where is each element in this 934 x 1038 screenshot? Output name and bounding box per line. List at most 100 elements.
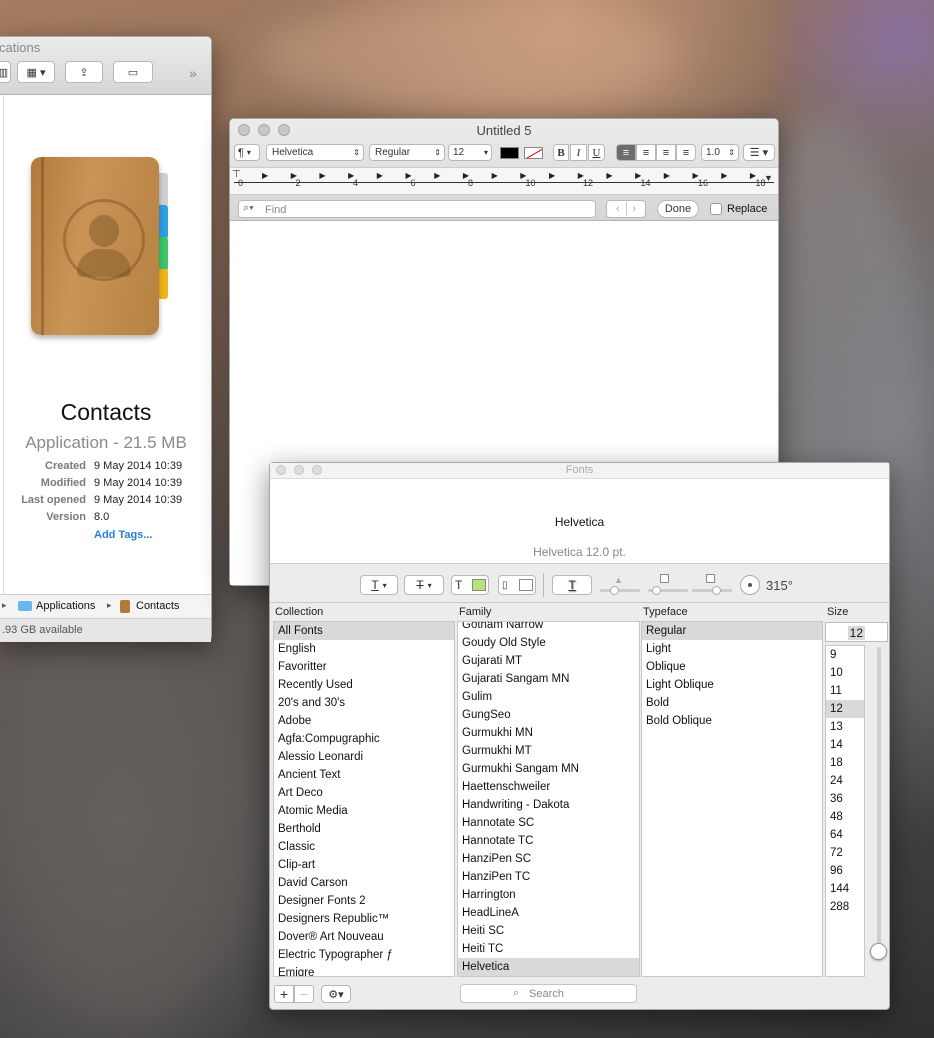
strikethrough-popup[interactable]: T ▾ [404, 575, 444, 595]
size-item[interactable]: 36 [826, 790, 864, 808]
tab-stop-marker[interactable]: ▶ [377, 171, 383, 180]
tab-stop-marker[interactable]: ▶ [262, 171, 268, 180]
family-item[interactable]: Gurmukhi Sangam MN [458, 760, 639, 778]
family-item[interactable]: Haettenschweiler [458, 778, 639, 796]
size-list[interactable]: 9 10 11 12 13 14 18 24 36 48 64 72 96 144 288 [825, 645, 865, 977]
typeface-item[interactable]: Regular [642, 622, 822, 640]
add-tags-link[interactable]: Add Tags... [94, 529, 152, 541]
tab-stop-marker[interactable]: ▶ [606, 171, 612, 180]
collection-item[interactable]: Atomic Media [274, 802, 454, 820]
collection-item[interactable]: Favoritter [274, 658, 454, 676]
family-item[interactable]: HanziPen TC [458, 868, 639, 886]
typeface-item[interactable]: Light [642, 640, 822, 658]
collection-item[interactable]: Recently Used [274, 676, 454, 694]
family-item[interactable]: Helvetica [458, 958, 639, 976]
collection-item[interactable]: Electric Typographer ƒ [274, 946, 454, 964]
shadow-blur-slider[interactable] [648, 574, 688, 595]
size-item[interactable]: 18 [826, 754, 864, 772]
family-item[interactable]: Gulim [458, 688, 639, 706]
family-item[interactable]: HanziPen SC [458, 850, 639, 868]
view-columns-button[interactable]: ▥ [0, 61, 11, 83]
collection-item[interactable]: Art Deco [274, 784, 454, 802]
collection-item[interactable]: Designer Fonts 2 [274, 892, 454, 910]
family-list[interactable]: Gotham Narrow Goudy Old Style Gujarati MT G… [457, 621, 640, 977]
size-field[interactable]: 12 [825, 622, 888, 642]
collection-item[interactable]: David Carson [274, 874, 454, 892]
collection-item[interactable]: Emigre [274, 964, 454, 976]
font-style-popup[interactable]: Regular ⇕ [369, 144, 445, 161]
typeface-item[interactable]: Oblique [642, 658, 822, 676]
document-color-button[interactable]: ▯ [498, 575, 536, 595]
family-item[interactable]: Heiti SC [458, 922, 639, 940]
remove-collection-button[interactable]: − [294, 985, 314, 1003]
collection-item[interactable]: Alessio Leonardi [274, 748, 454, 766]
text-shadow-button[interactable]: T [552, 575, 592, 595]
tab-stop-marker[interactable]: ▶ [434, 171, 440, 180]
family-item[interactable]: Heiti TC [458, 940, 639, 958]
share-button[interactable]: ⇪ [65, 61, 103, 83]
justify-button[interactable]: ≡ [676, 144, 696, 161]
font-size-combo[interactable]: 12 ▾ [448, 144, 492, 161]
typeface-item[interactable]: Bold [642, 694, 822, 712]
size-item[interactable]: 13 [826, 718, 864, 736]
family-item[interactable]: Harrington [458, 886, 639, 904]
replace-checkbox[interactable] [710, 203, 722, 215]
family-item[interactable]: Goudy Old Style [458, 634, 639, 652]
size-item[interactable]: 72 [826, 844, 864, 862]
family-item[interactable]: Gurmukhi MN [458, 724, 639, 742]
family-item[interactable]: Gurmukhi MT [458, 742, 639, 760]
align-right-button[interactable]: ≡ [656, 144, 676, 161]
size-item[interactable]: 96 [826, 862, 864, 880]
line-spacing-popup[interactable]: 1.0 ⇕ [701, 144, 739, 161]
family-item[interactable]: Gujarati Sangam MN [458, 670, 639, 688]
paragraph-styles-popup[interactable]: ¶ ▾ [234, 144, 260, 161]
bold-button[interactable]: B [553, 144, 569, 161]
find-prev-next[interactable]: ‹ › [606, 200, 646, 218]
size-item[interactable]: 24 [826, 772, 864, 790]
collection-item[interactable]: 20's and 30's [274, 694, 454, 712]
italic-button[interactable]: I [570, 144, 587, 161]
toolbar-overflow-button[interactable]: » [189, 65, 197, 81]
family-item[interactable]: Handwriting - Dakota [458, 796, 639, 814]
size-item[interactable]: 64 [826, 826, 864, 844]
tab-stop-marker[interactable]: ▶ [664, 171, 670, 180]
find-field[interactable]: ⌕▾ Find [238, 200, 596, 218]
shadow-offset-slider[interactable] [692, 574, 732, 595]
text-color-well[interactable] [500, 147, 519, 159]
arrange-button[interactable]: ▦ ▾ [17, 61, 55, 83]
size-item[interactable]: 288 [826, 898, 864, 916]
collection-item[interactable]: Designers Republic™ [274, 910, 454, 928]
font-family-popup[interactable]: Helvetica ⇕ [266, 144, 364, 161]
typeface-item[interactable]: Bold Oblique [642, 712, 822, 730]
tab-stop-marker[interactable]: ▶ [549, 171, 555, 180]
family-item[interactable]: Gujarati MT [458, 652, 639, 670]
tab-stop-marker[interactable]: ▶ [492, 171, 498, 180]
collection-item[interactable]: Ancient Text [274, 766, 454, 784]
family-item[interactable]: Hannotate TC [458, 832, 639, 850]
collection-item[interactable]: Berthold [274, 820, 454, 838]
underline-button[interactable]: U [588, 144, 605, 161]
family-item[interactable]: Hannotate SC [458, 814, 639, 832]
action-menu-button[interactable]: ⚙▾ [321, 985, 351, 1003]
path-item-applications[interactable]: Applications [36, 600, 95, 612]
align-center-button[interactable]: ≡ [636, 144, 656, 161]
align-left-button[interactable]: ≡ [616, 144, 636, 161]
collection-item[interactable]: English [274, 640, 454, 658]
tab-stop-marker[interactable]: ▶ [319, 171, 325, 180]
text-color-button[interactable]: T [451, 575, 489, 595]
typeface-item[interactable]: Light Oblique [642, 676, 822, 694]
size-item[interactable]: 11 [826, 682, 864, 700]
path-item-contacts[interactable]: Contacts [136, 600, 179, 612]
collection-item[interactable]: Adobe [274, 712, 454, 730]
size-item[interactable]: 9 [826, 646, 864, 664]
collection-list[interactable]: All Fonts English Favoritter Recently Used 2… [273, 621, 455, 977]
shadow-angle-knob[interactable] [740, 575, 760, 595]
underline-popup[interactable]: T ▾ [360, 575, 398, 595]
collection-item[interactable]: Classic [274, 838, 454, 856]
tags-button[interactable]: ▭ [113, 61, 153, 83]
size-item[interactable]: 144 [826, 880, 864, 898]
size-item[interactable]: 12 [826, 700, 864, 718]
font-search-field[interactable]: ⌕ Search [460, 984, 637, 1003]
family-item[interactable]: HeadLineA [458, 904, 639, 922]
chevron-left-icon[interactable]: ‹ [616, 203, 620, 215]
